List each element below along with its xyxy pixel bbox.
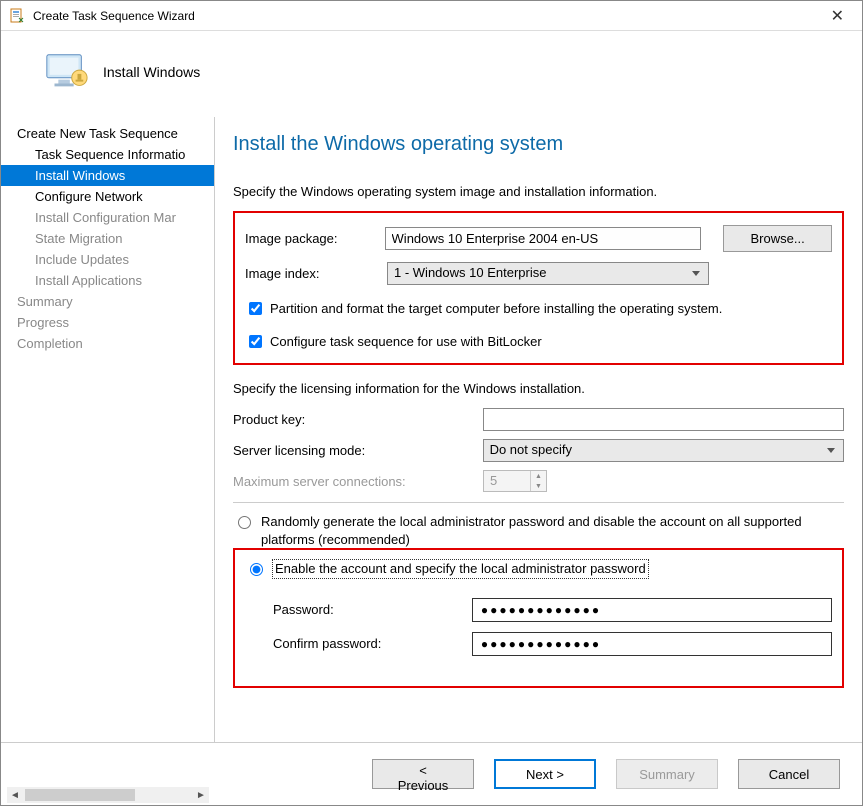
sidebar-item-create-new-task-sequence[interactable]: Create New Task Sequence [1,123,214,144]
sidebar-item-completion[interactable]: Completion [1,333,214,354]
page-title: Install the Windows operating system [233,133,844,156]
sidebar-item-install-configuration-mar[interactable]: Install Configuration Mar [1,207,214,228]
server-mode-value: Do not specify [490,442,572,457]
radio-random[interactable] [238,516,251,529]
server-mode-label: Server licensing mode: [233,443,483,458]
window-title: Create Task Sequence Wizard [33,9,821,23]
scroll-thumb[interactable] [25,789,135,801]
browse-button[interactable]: Browse... [723,225,832,252]
image-index-select[interactable]: 1 - Windows 10 Enterprise [387,262,709,285]
password-label: Password: [273,602,472,617]
product-key-field[interactable] [483,408,844,431]
specify-image-text: Specify the Windows operating system ima… [233,184,844,199]
wizard-window: Create Task Sequence Wizard ✕ Install Wi… [0,0,863,806]
divider [233,502,844,503]
spinner-up-icon: ▲ [531,471,546,481]
spinner-buttons: ▲ ▼ [530,471,546,491]
scroll-right-icon[interactable]: ► [193,787,209,803]
radio-enable-text: Enable the account and specify the local… [273,560,648,578]
licensing-text: Specify the licensing information for th… [233,381,844,396]
partition-checkbox[interactable] [249,302,262,315]
sidebar: Create New Task SequenceTask Sequence In… [1,117,215,742]
header-title: Install Windows [103,64,200,80]
highlight-password-settings: Enable the account and specify the local… [233,548,844,688]
password-field[interactable] [472,598,832,622]
product-key-label: Product key: [233,412,483,427]
max-connections-value: 5 [484,471,530,491]
max-connections-label: Maximum server connections: [233,474,483,489]
sidebar-item-install-applications[interactable]: Install Applications [1,270,214,291]
sidebar-item-summary[interactable]: Summary [1,291,214,312]
partition-checkbox-row[interactable]: Partition and format the target computer… [245,299,832,318]
radio-enable-row[interactable]: Enable the account and specify the local… [245,560,832,578]
cancel-button[interactable]: Cancel [738,759,840,789]
close-icon[interactable]: ✕ [821,2,854,30]
image-index-value: 1 - Windows 10 Enterprise [394,265,546,280]
content-pane: Install the Windows operating system Spe… [215,117,862,742]
previous-button[interactable]: < Previous [372,759,474,789]
header-monitor-icon [43,49,89,95]
radio-enable[interactable] [250,563,263,576]
highlight-image-settings: Image package: Browse... Image index: 1 … [233,211,844,365]
bitlocker-checkbox-row[interactable]: Configure task sequence for use with Bit… [245,332,832,351]
sidebar-item-state-migration[interactable]: State Migration [1,228,214,249]
image-package-label: Image package: [245,231,385,246]
confirm-password-field[interactable] [472,632,832,656]
next-button[interactable]: Next > [494,759,596,789]
sidebar-item-include-updates[interactable]: Include Updates [1,249,214,270]
partition-checkbox-label: Partition and format the target computer… [270,301,722,316]
max-connections-spinner: 5 ▲ ▼ [483,470,547,492]
confirm-password-label: Confirm password: [273,636,472,651]
radio-random-row[interactable]: Randomly generate the local administrato… [233,513,844,548]
server-mode-select[interactable]: Do not specify [483,439,844,462]
radio-random-label: Randomly generate the local administrato… [261,513,844,548]
scroll-left-icon[interactable]: ◄ [7,787,23,803]
sidebar-item-configure-network[interactable]: Configure Network [1,186,214,207]
sidebar-item-task-sequence-informatio[interactable]: Task Sequence Informatio [1,144,214,165]
sidebar-item-progress[interactable]: Progress [1,312,214,333]
sidebar-horizontal-scrollbar[interactable]: ◄ ► [7,787,209,803]
image-package-field[interactable] [385,227,702,250]
sidebar-item-install-windows[interactable]: Install Windows [1,165,214,186]
titlebar: Create Task Sequence Wizard ✕ [1,1,862,31]
bitlocker-checkbox-label: Configure task sequence for use with Bit… [270,334,542,349]
bitlocker-checkbox[interactable] [249,335,262,348]
wizard-header: Install Windows [1,31,862,117]
spinner-down-icon: ▼ [531,481,546,491]
image-index-label: Image index: [245,266,387,281]
wizard-body: Create New Task SequenceTask Sequence In… [1,117,862,742]
summary-button: Summary [616,759,718,789]
app-icon [9,8,25,24]
radio-enable-label: Enable the account and specify the local… [273,560,832,578]
